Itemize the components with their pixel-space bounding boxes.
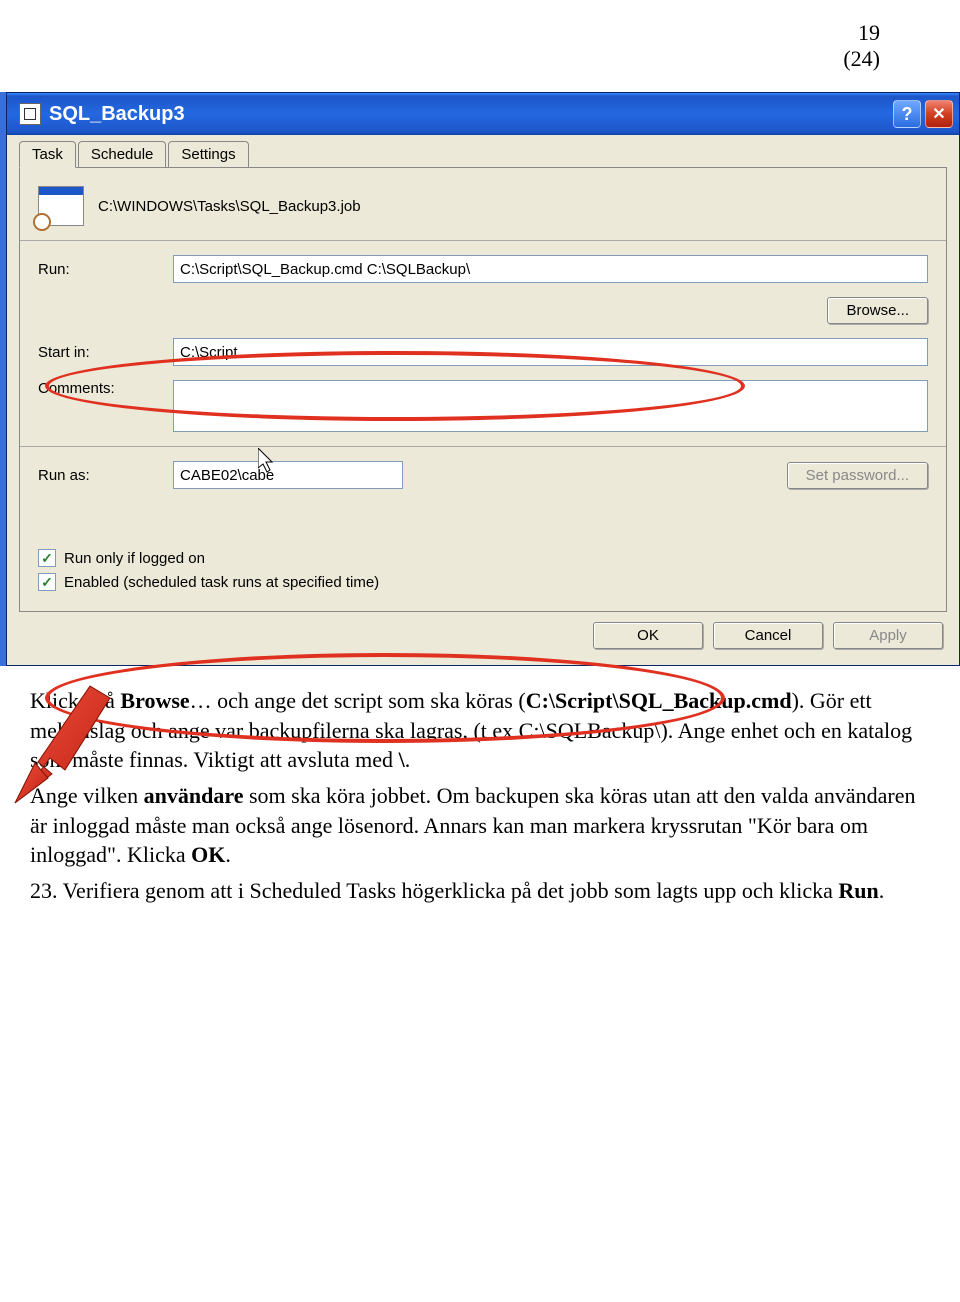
check-enabled-label: Enabled (scheduled task runs at specifie… [64,574,379,591]
help-button[interactable]: ? [893,100,921,128]
divider2 [20,446,946,447]
run-row: Run: [38,255,928,283]
startin-input[interactable] [173,338,928,366]
comments-row: Comments: [38,380,928,432]
startin-row: Start in: [38,338,928,366]
run-input[interactable] [173,255,928,283]
job-info-row: C:\WINDOWS\Tasks\SQL_Backup3.job [38,186,928,226]
cancel-button[interactable]: Cancel [713,622,823,649]
job-path: C:\WINDOWS\Tasks\SQL_Backup3.job [98,198,361,215]
apply-button[interactable]: Apply [833,622,943,649]
tab-content: C:\WINDOWS\Tasks\SQL_Backup3.job Run: Br… [19,168,947,612]
checkbox-checked-icon[interactable]: ✓ [38,573,56,591]
check-runonly-label: Run only if logged on [64,550,205,567]
instructions-text: Klicka på Browse… och ange det script so… [0,666,960,932]
browse-button[interactable]: Browse... [827,297,928,324]
dialog-buttons: OK Cancel Apply [19,612,947,653]
paragraph-2: Ange vilken användare som ska köra jobbe… [30,781,930,870]
startin-label: Start in: [38,344,173,361]
tab-settings[interactable]: Settings [168,141,248,167]
page-header: 19 (24) [0,0,960,82]
divider [20,240,946,241]
dialog-container: SQL_Backup3 ? ✕ Task Schedule Settings [0,92,960,666]
window-icon [19,103,41,125]
comments-label: Comments: [38,380,173,397]
page-total: (24) [843,46,880,71]
check-enabled-row[interactable]: ✓ Enabled (scheduled task runs at specif… [38,573,928,591]
paragraph-3: 23. Verifiera genom att i Scheduled Task… [30,876,930,906]
browse-row: Browse... [38,297,928,324]
page-number: 19 [858,20,880,45]
close-button[interactable]: ✕ [925,100,953,128]
check-runonly-row[interactable]: ✓ Run only if logged on [38,549,928,567]
checkbox-checked-icon[interactable]: ✓ [38,549,56,567]
run-label: Run: [38,261,173,278]
runas-label: Run as: [38,467,173,484]
runas-input[interactable] [173,461,403,489]
window-title: SQL_Backup3 [49,103,185,126]
tab-task[interactable]: Task [19,141,76,168]
paragraph-1: Klicka på Browse… och ange det script so… [30,686,930,775]
dialog-window: SQL_Backup3 ? ✕ Task Schedule Settings [6,92,960,666]
ok-button[interactable]: OK [593,622,703,649]
runas-row: Run as: Set password... [38,461,928,489]
tab-schedule[interactable]: Schedule [78,141,167,167]
task-icon [38,186,84,226]
tabs: Task Schedule Settings [19,141,947,168]
setpassword-button[interactable]: Set password... [787,462,928,489]
comments-input[interactable] [173,380,928,432]
dialog-body: Task Schedule Settings [7,135,959,665]
titlebar[interactable]: SQL_Backup3 ? ✕ [7,93,959,135]
